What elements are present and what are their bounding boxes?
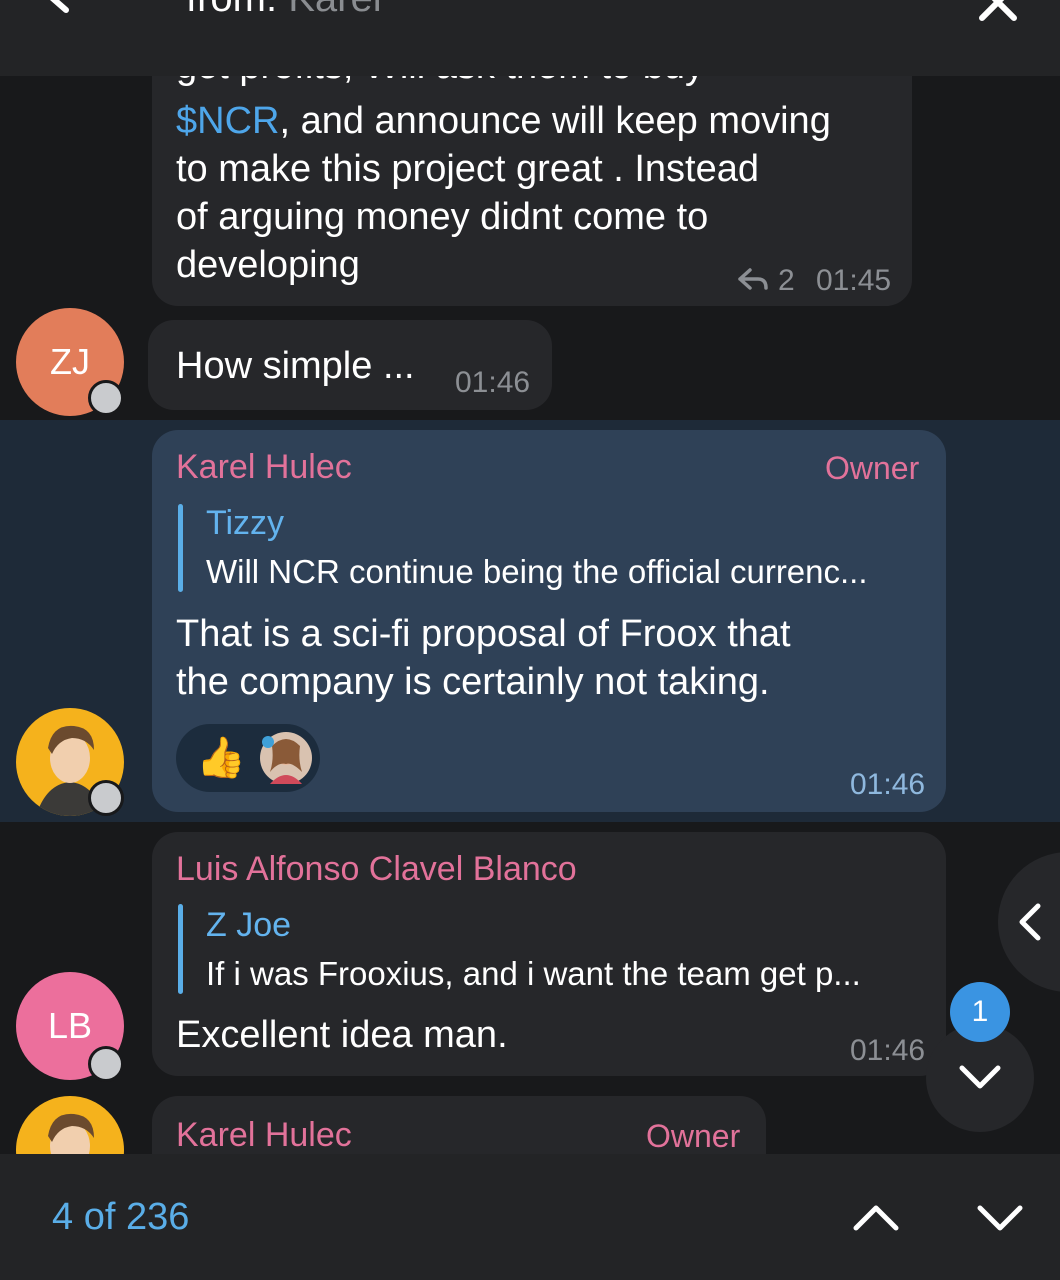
reaction-chip[interactable]: 👍	[176, 724, 320, 792]
close-icon[interactable]	[972, 0, 1024, 34]
message-text-line: get profits, Will ask them to buy	[176, 76, 704, 90]
search-navigation-bar: 4 of 236	[0, 1154, 1060, 1280]
reply-quote-text[interactable]: Will NCR continue being the official cur…	[206, 553, 926, 591]
reply-quote-bar	[178, 504, 183, 592]
online-status-dot	[88, 380, 124, 416]
next-result-chevron-down-icon[interactable]	[970, 1192, 1030, 1242]
search-input[interactable]: from: Karel	[186, 0, 382, 21]
unread-count-badge: 1	[950, 982, 1010, 1042]
message-time: 01:45	[816, 264, 892, 297]
admin-role-label: Owner	[646, 1118, 741, 1154]
message-text-line: That is a sci-fi proposal of Froox that	[176, 613, 791, 655]
message-list[interactable]: get profits, Will ask them to buy $NCR, …	[0, 76, 1060, 1154]
message-text-line: $NCR, and announce will keep moving	[176, 97, 831, 145]
ticker-link[interactable]: $NCR	[176, 100, 279, 142]
message-text: Excellent idea man.	[176, 1014, 508, 1056]
message-text-line: of arguing money didnt come to	[176, 196, 709, 238]
message-text-fragment: , and announce will keep moving	[279, 100, 831, 142]
back-arrow-icon[interactable]	[40, 0, 100, 30]
online-status-dot	[88, 1046, 124, 1082]
previous-result-chevron-up-icon[interactable]	[846, 1192, 906, 1242]
chevron-left-icon	[1019, 903, 1041, 941]
thumbs-up-reaction-icon: 👍	[196, 736, 246, 780]
message-time: 01:46	[850, 768, 926, 801]
message-time: 01:46	[455, 366, 531, 399]
search-result-counter: 4 of 236	[52, 1196, 190, 1238]
side-panel-button[interactable]	[998, 852, 1060, 992]
reactor-avatar	[260, 732, 312, 784]
chevron-down-icon	[959, 1065, 1001, 1089]
sender-name[interactable]: Luis Alfonso Clavel Blanco	[176, 850, 577, 889]
reply-quote-author[interactable]: Tizzy	[206, 504, 284, 543]
message-text-line: the company is certainly not taking.	[176, 661, 770, 703]
search-header: from: Karel	[0, 0, 1060, 76]
message-text: How simple ...	[176, 345, 415, 387]
avatar[interactable]	[16, 1096, 124, 1154]
admin-role-label: Owner	[825, 450, 920, 486]
reply-quote-text[interactable]: If i was Frooxius, and i want the team g…	[206, 955, 926, 993]
sender-name[interactable]: Karel Hulec	[176, 448, 352, 487]
message-text-line: to make this project great . Instead	[176, 148, 759, 190]
message-text-line: developing	[176, 244, 360, 286]
online-status-dot	[88, 780, 124, 816]
reply-quote-author[interactable]: Z Joe	[206, 906, 291, 945]
reply-count[interactable]: 2	[778, 264, 795, 298]
search-prefix: from:	[186, 0, 277, 20]
search-query: Karel	[288, 0, 381, 20]
sender-name[interactable]: Karel Hulec	[176, 1116, 352, 1154]
reply-quote-bar	[178, 904, 183, 994]
reply-arrow-icon	[738, 268, 768, 290]
message-time: 01:46	[850, 1034, 926, 1067]
